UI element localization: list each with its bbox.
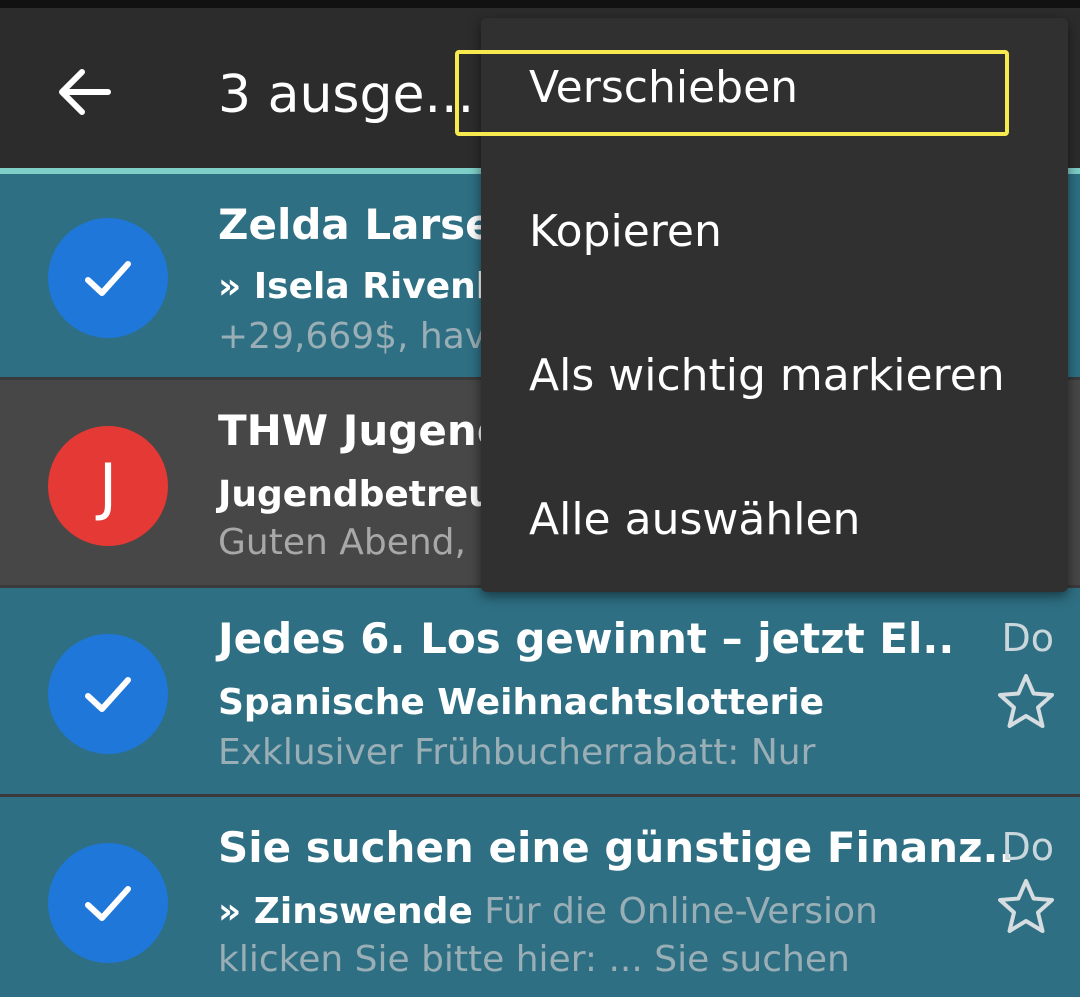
checkmark-icon bbox=[85, 886, 131, 921]
star-button[interactable] bbox=[996, 877, 1056, 937]
email-date: Do bbox=[1001, 825, 1054, 869]
email-preview: Exklusiver Frühbucherrabatt: Nur bbox=[218, 732, 816, 773]
email-preview: Guten Abend, bbox=[218, 522, 466, 563]
back-button[interactable] bbox=[52, 60, 116, 124]
selected-check-avatar[interactable] bbox=[48, 634, 168, 754]
selected-check-avatar[interactable] bbox=[48, 218, 168, 338]
email-preview: klicken Sie bitte hier: ... Sie suchen bbox=[218, 939, 850, 980]
email-preview-inline: Für die Online-Version bbox=[472, 891, 878, 932]
sender-avatar[interactable]: J bbox=[48, 426, 168, 546]
highlight-box bbox=[455, 50, 1009, 136]
email-sender: THW Jugend bbox=[218, 406, 507, 455]
email-subject-line: » Zinswende Für die Online-Version bbox=[218, 891, 878, 932]
menu-item-kopieren[interactable]: Kopieren bbox=[529, 206, 722, 257]
email-row[interactable]: Jedes 6. Los gewinnt – jetzt El.. Spanis… bbox=[0, 588, 1080, 797]
checkmark-icon bbox=[85, 677, 131, 712]
email-date: Do bbox=[1001, 616, 1054, 660]
star-outline-icon bbox=[998, 879, 1054, 933]
email-subject: » Zinswende bbox=[218, 891, 473, 932]
checkmark-icon bbox=[85, 261, 131, 296]
star-outline-icon bbox=[998, 674, 1054, 728]
email-row[interactable]: Sie suchen eine günstige Finanz.. » Zins… bbox=[0, 797, 1080, 997]
email-sender: Jedes 6. Los gewinnt – jetzt El.. bbox=[218, 614, 955, 663]
menu-item-alle-auswaehlen[interactable]: Alle auswählen bbox=[529, 494, 860, 545]
selected-check-avatar[interactable] bbox=[48, 843, 168, 963]
arrow-left-icon bbox=[59, 69, 111, 115]
email-sender: Sie suchen eine günstige Finanz.. bbox=[218, 823, 1015, 872]
email-subject: Spanische Weihnachtslotterie bbox=[218, 682, 825, 723]
selection-count-title: 3 ausge... bbox=[218, 65, 475, 125]
star-button[interactable] bbox=[996, 672, 1056, 732]
email-preview: +29,669$, have bbox=[218, 316, 509, 357]
email-sender: Zelda Larsen bbox=[218, 200, 524, 249]
menu-item-als-wichtig-markieren[interactable]: Als wichtig markieren bbox=[529, 350, 1005, 401]
